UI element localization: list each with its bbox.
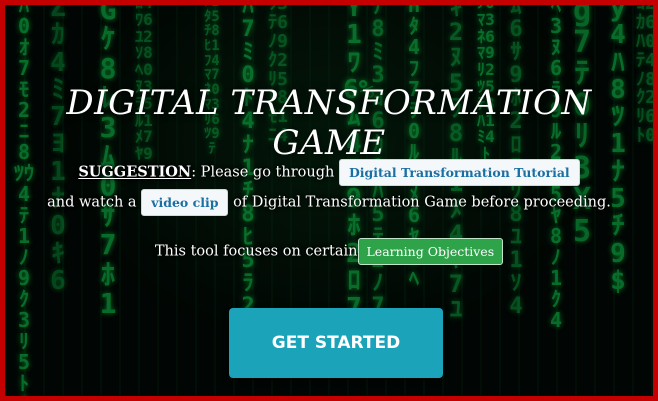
focus-text: This tool focuses on certain — [154, 243, 358, 260]
suggestion-line: SUGGESTION: Please go through Digital Tr… — [5, 159, 653, 186]
get-started-button[interactable]: GET STARTED — [229, 308, 443, 378]
page-frame: ﾊ0ｵ7ﾓ2ﾆ8ﾂｳ4ﾃ1ﾉ9ｸ3ﾘ5ﾄ0 Zｶ4ﾐ7ﾖ1ﾅ0ｷ6 Gｹ8ﾚ3ﾑ… — [0, 0, 658, 401]
learning-objectives-button[interactable]: Learning Objectives — [357, 238, 504, 265]
after-video-text: of Digital Transformation Game before pr… — [233, 194, 611, 211]
tutorial-button[interactable]: Digital Transformation Tutorial — [338, 159, 580, 186]
video-clip-button[interactable]: video clip — [141, 189, 229, 216]
suggestion-label: SUGGESTION — [78, 163, 192, 181]
objectives-line: This tool focuses on certain Learning Obj… — [5, 238, 653, 265]
suggestion-text: : Please go through — [191, 164, 335, 181]
main-content: DIGITAL TRANSFORMATION GAME SUGGESTION: … — [5, 5, 653, 396]
watch-text: and watch a — [47, 194, 137, 211]
video-line: and watch a video clip of Digital Transf… — [5, 189, 653, 216]
page-title: DIGITAL TRANSFORMATION GAME — [66, 83, 592, 163]
